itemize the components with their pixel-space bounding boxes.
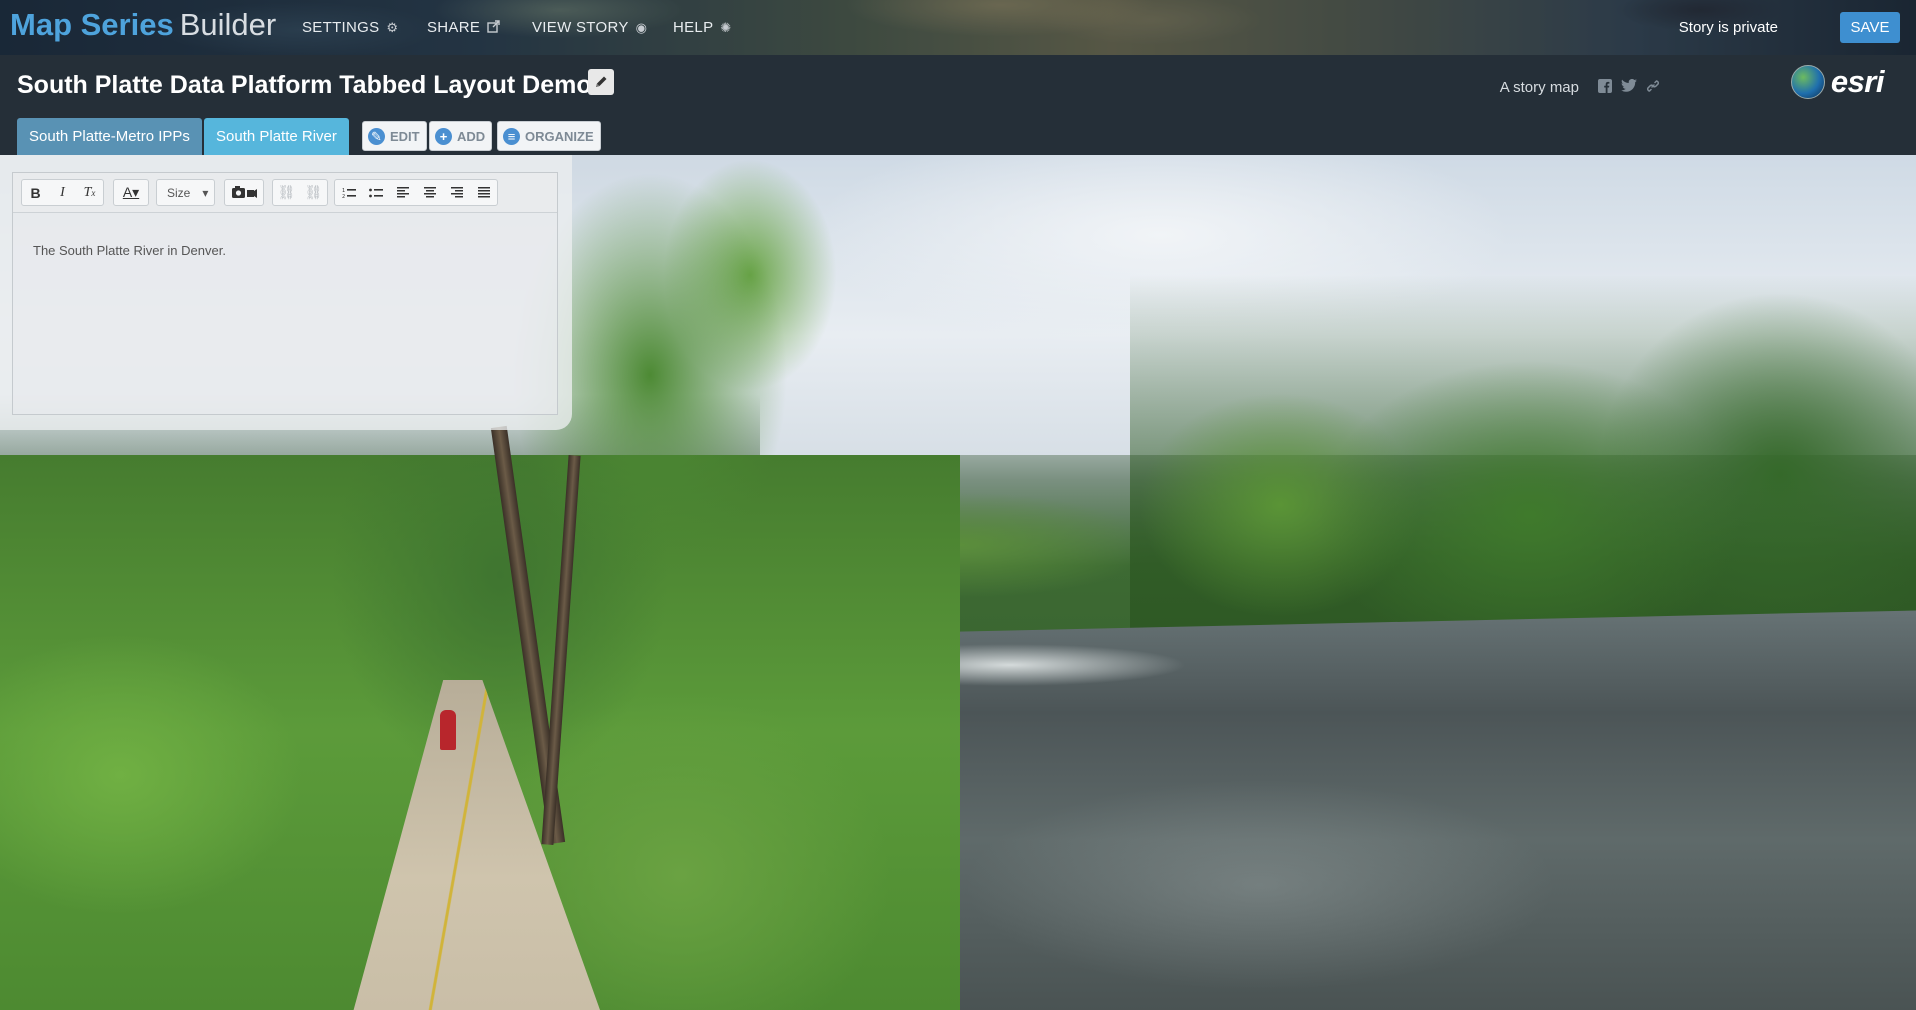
eye-icon: ◉ [635, 19, 648, 35]
link-icon[interactable] [1646, 79, 1660, 96]
align-right-icon[interactable] [443, 180, 470, 205]
clear-format-icon[interactable]: Tx [76, 180, 103, 205]
chevron-down-icon: ▾ [202, 185, 209, 200]
help-icon: ✺ [720, 19, 732, 35]
esri-logo[interactable]: esri [1790, 64, 1885, 100]
list-icon: ≡ [503, 127, 520, 145]
tab-south-platte-metro-ipps[interactable]: South Platte-Metro IPPs [17, 118, 202, 155]
tab-label: South Platte River [216, 128, 337, 145]
esri-wordmark: esri [1830, 64, 1885, 99]
tab-label: South Platte-Metro IPPs [29, 128, 190, 145]
unlink-icon[interactable]: ⛓ [300, 180, 327, 205]
story-header: South Platte Data Platform Tabbed Layout… [0, 55, 1916, 155]
numbered-list-icon[interactable]: 12 [335, 180, 362, 205]
story-title[interactable]: South Platte Data Platform Tabbed Layout… [17, 71, 592, 100]
organize-tabs-button[interactable]: ≡ ORGANIZE [497, 121, 601, 151]
story-map-label: A story map [1499, 79, 1579, 96]
nav-view-story[interactable]: VIEW STORY ◉ [532, 19, 647, 36]
add-tab-button[interactable]: + ADD [429, 121, 493, 151]
align-justify-icon[interactable] [470, 180, 497, 205]
media-group [224, 179, 264, 206]
font-color-group: A▾ [113, 179, 149, 206]
nav-view-story-label: VIEW STORY [532, 19, 629, 36]
bulleted-list-icon[interactable] [362, 180, 389, 205]
brand-primary: Map Series [10, 7, 174, 42]
nav-settings-label: SETTINGS [302, 19, 380, 36]
twitter-icon[interactable] [1621, 78, 1637, 95]
edit-tab-button[interactable]: ✎ EDIT [362, 121, 427, 151]
gears-icon: ⚙ [386, 19, 399, 35]
privacy-status: Story is private [1678, 19, 1778, 36]
nav-help[interactable]: HELP ✺ [673, 19, 732, 36]
edit-tab-label: EDIT [390, 128, 420, 144]
app-brand: Map Series Builder [10, 7, 276, 43]
font-size-group[interactable]: Size ▾ [156, 179, 216, 206]
edit-title-button[interactable] [588, 69, 614, 95]
bold-icon[interactable]: B [22, 180, 49, 205]
builder-topbar: Map Series Builder SETTINGS ⚙ SHARE VIEW … [0, 0, 1916, 55]
link-icon[interactable]: ⛓ [273, 180, 300, 205]
font-size-label: Size [167, 185, 191, 200]
list-align-group: 12 [334, 179, 498, 206]
pencil-icon [596, 76, 607, 87]
nav-settings[interactable]: SETTINGS ⚙ [302, 19, 398, 36]
camera-icon[interactable] [225, 180, 263, 205]
svg-text:2: 2 [342, 194, 345, 199]
italic-icon[interactable]: I [49, 180, 76, 205]
link-group: ⛓ ⛓ [272, 179, 328, 206]
save-button[interactable]: SAVE [1840, 12, 1900, 43]
nav-help-label: HELP [673, 19, 714, 36]
photo-cyclist [440, 710, 456, 750]
align-center-icon[interactable] [416, 180, 443, 205]
font-color-icon[interactable]: A▾ [114, 180, 148, 205]
facebook-icon[interactable] [1598, 79, 1612, 96]
align-left-icon[interactable] [389, 180, 416, 205]
brand-secondary: Builder [179, 7, 277, 42]
share-icon [487, 19, 501, 36]
font-size-select[interactable]: Size ▾ [157, 186, 214, 200]
pencil-icon: ✎ [368, 127, 385, 145]
description-panel: B I Tx A▾ Size ▾ ⛓ ⛓ 1 2 The South Platt… [0, 155, 572, 430]
topbar-map-background [0, 0, 1916, 55]
plus-icon: + [435, 127, 452, 145]
editor-content[interactable]: The South Platte River in Denver. [33, 243, 226, 258]
format-group: B I Tx [21, 179, 104, 206]
add-tab-label: ADD [457, 128, 486, 144]
globe-icon [1790, 65, 1825, 99]
nav-share-label: SHARE [427, 19, 481, 36]
tab-south-platte-river[interactable]: South Platte River [204, 118, 349, 155]
editor-toolbar: B I Tx A▾ Size ▾ ⛓ ⛓ 1 2 [13, 173, 557, 213]
organize-tabs-label: ORGANIZE [525, 128, 594, 144]
rich-text-editor: B I Tx A▾ Size ▾ ⛓ ⛓ 1 2 The South Platt… [12, 172, 558, 415]
nav-share[interactable]: SHARE [427, 19, 501, 36]
